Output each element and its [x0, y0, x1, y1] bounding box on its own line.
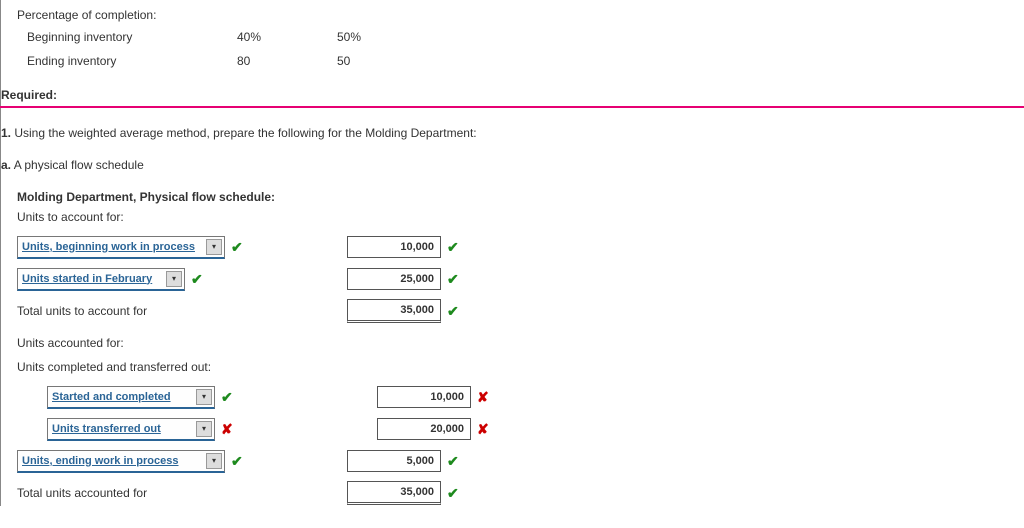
dropdown-started-completed[interactable]: Started and completed ▾ — [47, 386, 215, 409]
check-icon: ✔ — [447, 485, 465, 502]
check-icon: ✔ — [447, 239, 465, 256]
chevron-down-icon: ▾ — [166, 271, 182, 287]
value-total-to-account-for[interactable]: 35,000 — [347, 299, 441, 323]
dropdown-transferred-out[interactable]: Units transferred out ▾ — [47, 418, 215, 441]
value-input-started-february[interactable]: 25,000 — [347, 268, 441, 290]
pct-row-label: Beginning inventory — [17, 30, 237, 44]
pct-completion-title: Percentage of completion: — [17, 8, 1024, 22]
total-accounted-for-label: Total units accounted for — [17, 486, 147, 500]
dropdown-started-february[interactable]: Units started in February ▾ — [17, 268, 185, 291]
dropdown-text: Units, beginning work in process — [22, 241, 195, 253]
question-a: a. A physical flow schedule — [1, 148, 1024, 180]
units-to-account-for-label: Units to account for: — [17, 210, 1024, 224]
check-icon: ✔ — [231, 239, 249, 256]
qa-text: A physical flow schedule — [11, 158, 144, 172]
question-1: 1. Using the weighted average method, pr… — [1, 120, 1024, 148]
chevron-down-icon: ▾ — [196, 421, 212, 437]
pct-row-col1: 80 — [237, 54, 337, 68]
dropdown-ending-wip[interactable]: Units, ending work in process ▾ — [17, 450, 225, 473]
check-icon: ✔ — [231, 453, 249, 470]
dropdown-text: Units started in February — [22, 273, 152, 285]
value-total-accounted-for[interactable]: 35,000 — [347, 481, 441, 505]
dropdown-text: Units, ending work in process — [22, 455, 178, 467]
value-input-transferred-out[interactable]: 20,000 — [377, 418, 471, 440]
dropdown-text: Units transferred out — [52, 423, 161, 435]
value-input-ending-wip[interactable]: 5,000 — [347, 450, 441, 472]
check-icon: ✔ — [191, 271, 209, 288]
cross-icon: ✘ — [477, 421, 495, 438]
value-input-beginning-wip[interactable]: 10,000 — [347, 236, 441, 258]
pct-row-col2: 50% — [337, 30, 437, 44]
dropdown-text: Started and completed — [52, 391, 171, 403]
pct-row-label: Ending inventory — [17, 54, 237, 68]
total-to-account-for-label: Total units to account for — [17, 304, 147, 318]
pct-row-col1: 40% — [237, 30, 337, 44]
check-icon: ✔ — [221, 389, 239, 406]
check-icon: ✔ — [447, 303, 465, 320]
cross-icon: ✘ — [221, 421, 239, 438]
chevron-down-icon: ▾ — [206, 239, 222, 255]
chevron-down-icon: ▾ — [206, 453, 222, 469]
dropdown-beginning-wip[interactable]: Units, beginning work in process ▾ — [17, 236, 225, 259]
q1-text: Using the weighted average method, prepa… — [11, 126, 477, 140]
pct-row-col2: 50 — [337, 54, 437, 68]
units-accounted-for-label: Units accounted for: — [17, 336, 1024, 350]
q1-prefix: 1. — [1, 126, 11, 140]
value-input-started-completed[interactable]: 10,000 — [377, 386, 471, 408]
chevron-down-icon: ▾ — [196, 389, 212, 405]
required-heading: Required: — [0, 84, 1024, 108]
units-completed-out-label: Units completed and transferred out: — [17, 360, 1024, 374]
schedule-title: Molding Department, Physical flow schedu… — [17, 190, 1024, 204]
cross-icon: ✘ — [477, 389, 495, 406]
check-icon: ✔ — [447, 453, 465, 470]
check-icon: ✔ — [447, 271, 465, 288]
qa-prefix: a. — [1, 158, 11, 172]
